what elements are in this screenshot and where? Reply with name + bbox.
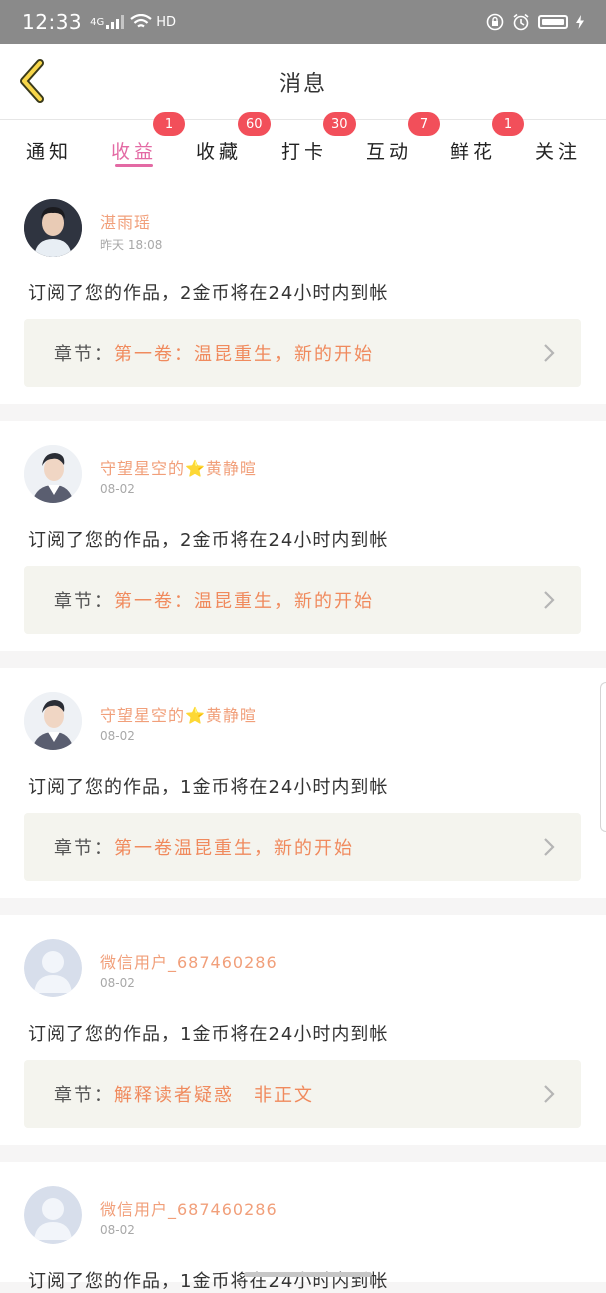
lock-rotation-icon [486,13,504,31]
tab-label: 互动 [365,140,412,163]
chapter-link[interactable]: 章节： 解释读者疑惑 非正文 [24,1060,581,1128]
avatar[interactable] [24,1186,82,1244]
chapter-title: 第一卷温昆重生，新的开始 [114,838,354,859]
chapter-label: 章节： [54,838,114,859]
signal-icon [106,15,125,29]
chapter-label: 章节： [54,344,114,365]
home-indicator[interactable] [244,1272,372,1277]
alarm-icon [513,13,529,31]
tab-earnings[interactable]: 收益 1 [99,112,185,180]
status-right [486,13,584,31]
tab-badge: 1 [492,112,524,136]
chapter-link[interactable]: 章节： 第一卷：温昆重生，新的开始 [24,319,581,387]
charging-icon [576,15,584,29]
tab-badge: 1 [153,112,185,136]
page-title: 消息 [278,72,327,97]
tab-interaction[interactable]: 互动 7 [354,112,440,180]
message-date: 08-02 [100,482,135,496]
hd-indicator: HD [156,14,177,30]
message-date: 08-02 [100,976,135,990]
chapter-title: 解释读者疑惑 非正文 [114,1085,314,1106]
battery-icon [538,15,568,29]
tab-label: 关注 [534,140,581,163]
message-text: 订阅了您的作品，1金币将在24小时内到帐 [28,1271,389,1292]
chevron-right-icon [544,344,555,362]
message-card: 微信用户_687460286 08-02 订阅了您的作品，1金币将在24小时内到… [0,1162,606,1292]
tab-badge: 60 [238,112,271,136]
avatar[interactable] [24,199,82,257]
tab-label: 打卡 [280,140,327,163]
tab-badge: 30 [323,112,356,136]
tab-notice[interactable]: 通知 [14,120,84,180]
chapter-label: 章节： [54,1085,114,1106]
user-name[interactable]: 微信用户_687460286 [100,1196,278,1220]
chevron-right-icon [544,1085,555,1103]
tab-label: 收藏 [195,140,242,163]
tab-label: 通知 [25,140,72,163]
tab-badge: 7 [408,112,440,136]
chapter-title: 第一卷：温昆重生，新的开始 [114,344,374,365]
message-text: 订阅了您的作品，2金币将在24小时内到帐 [28,283,389,304]
default-avatar-icon [24,1186,82,1244]
message-date: 08-02 [100,729,135,743]
chapter-label: 章节： [54,591,114,612]
avatar[interactable] [24,692,82,750]
user-photo-icon [24,692,82,750]
wifi-icon [130,14,152,28]
tab-label: 鲜花 [449,140,496,163]
avatar[interactable] [24,445,82,503]
message-card: 守望星空的⭐黄静暄 08-02 订阅了您的作品，2金币将在24小时内到帐 章节：… [0,421,606,651]
chapter-title: 第一卷：温昆重生，新的开始 [114,591,374,612]
user-name[interactable]: 微信用户_687460286 [100,949,278,973]
chevron-right-icon [544,838,555,856]
message-date: 08-02 [100,1223,135,1237]
message-text: 订阅了您的作品，1金币将在24小时内到帐 [28,1024,389,1045]
status-time: 12:33 [22,10,83,34]
tab-label: 收益 [110,140,157,163]
message-text: 订阅了您的作品，1金币将在24小时内到帐 [28,777,389,798]
message-card: 微信用户_687460286 08-02 订阅了您的作品，1金币将在24小时内到… [0,915,606,1145]
default-avatar-icon [24,939,82,997]
message-card: 湛雨瑶 昨天 18:08 订阅了您的作品，2金币将在24小时内到帐 章节： 第一卷… [0,180,606,404]
scrollbar[interactable] [600,682,606,832]
chapter-link[interactable]: 章节： 第一卷：温昆重生，新的开始 [24,566,581,634]
status-bar: 12:33 4G HD [0,0,606,44]
user-photo-icon [24,445,82,503]
user-name[interactable]: 湛雨瑶 [100,209,151,233]
network-type: 4G [90,16,105,28]
chevron-right-icon [544,591,555,609]
message-card: 守望星空的⭐黄静暄 08-02 订阅了您的作品，1金币将在24小时内到帐 章节：… [0,668,606,898]
tab-checkin[interactable]: 打卡 30 [269,112,356,180]
tab-favorites[interactable]: 收藏 60 [184,112,271,180]
tab-flowers[interactable]: 鲜花 1 [438,112,524,180]
avatar[interactable] [24,939,82,997]
message-text: 订阅了您的作品，2金币将在24小时内到帐 [28,530,389,551]
user-name[interactable]: 守望星空的⭐黄静暄 [100,455,257,479]
app-header: 消息 [0,44,606,120]
user-photo-icon [24,199,82,257]
message-date: 昨天 18:08 [100,238,163,252]
user-name[interactable]: 守望星空的⭐黄静暄 [100,702,257,726]
chapter-link[interactable]: 章节： 第一卷温昆重生，新的开始 [24,813,581,881]
tab-follow[interactable]: 关注 [523,120,593,180]
tab-bar: 通知 收益 1 收藏 60 打卡 30 互动 7 鲜花 1 关注 [0,112,606,180]
